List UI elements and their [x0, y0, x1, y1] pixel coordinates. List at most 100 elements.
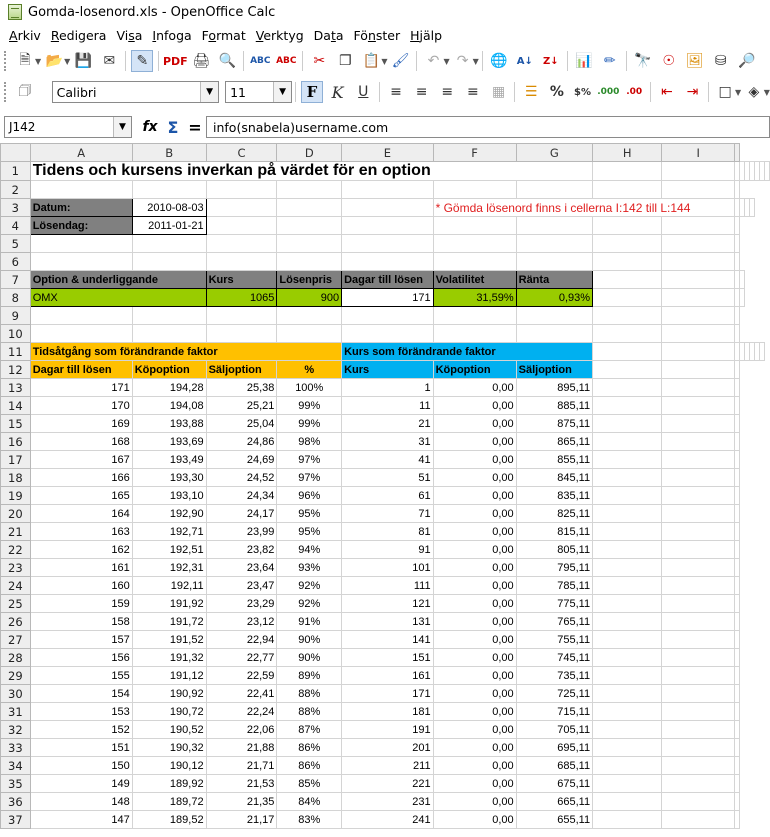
table-cell[interactable]: 0,00 [432, 774, 517, 793]
cell[interactable] [734, 450, 740, 469]
cell[interactable] [592, 450, 663, 469]
table-cell[interactable]: 83% [276, 810, 343, 829]
table-cell[interactable]: 0,00 [432, 810, 517, 829]
cell[interactable] [592, 702, 663, 721]
cell[interactable] [734, 252, 740, 271]
cell[interactable] [661, 756, 735, 775]
table-cell[interactable]: 156 [29, 648, 133, 667]
table-cell[interactable]: 169 [29, 414, 133, 433]
cell[interactable] [131, 306, 207, 325]
table-cell[interactable]: 21,17 [205, 810, 278, 829]
table-cell[interactable]: 189,72 [131, 792, 207, 811]
table-cell[interactable]: 166 [29, 468, 133, 487]
table-cell[interactable]: 22,41 [205, 684, 278, 703]
cell[interactable] [661, 702, 735, 721]
cell[interactable] [661, 504, 735, 523]
find-replace-icon[interactable]: 🔭 [632, 50, 654, 72]
cell[interactable] [734, 522, 740, 541]
table-cell[interactable]: 855,11 [515, 450, 594, 469]
cell[interactable] [515, 180, 594, 199]
menu-item-1[interactable]: Arkiv [4, 28, 46, 43]
table-cell[interactable]: 151 [29, 738, 133, 757]
cell[interactable] [341, 180, 434, 199]
format-paintbrush-icon[interactable]: 🖌 [389, 50, 411, 72]
table-cell[interactable]: 194,28 [131, 378, 207, 397]
table-cell[interactable]: 171 [29, 378, 133, 397]
cell[interactable] [734, 810, 740, 829]
cell[interactable] [734, 774, 740, 793]
cell[interactable] [592, 432, 663, 451]
datum-value[interactable]: 2010-08-03 [131, 198, 207, 217]
table-cell[interactable]: 191 [341, 720, 434, 739]
background-color-icon[interactable]: ◈ [743, 81, 765, 103]
chevron-down-icon[interactable]: ▼ [200, 82, 219, 102]
table-cell[interactable]: 0,00 [432, 522, 517, 541]
cell[interactable] [661, 522, 735, 541]
row-header[interactable]: 30 [0, 684, 31, 703]
price-factor-header[interactable]: Kurs som förändrande faktor [341, 342, 594, 361]
cell[interactable] [592, 306, 663, 325]
align-center-icon[interactable]: ≡ [411, 81, 433, 103]
redo-icon[interactable]: ↷ [452, 50, 474, 72]
table-cell[interactable]: 835,11 [515, 486, 594, 505]
cell[interactable] [759, 342, 765, 361]
cell[interactable] [515, 252, 594, 271]
table-cell[interactable]: 675,11 [515, 774, 594, 793]
toolbar-grip[interactable] [4, 82, 8, 102]
cell[interactable] [661, 720, 735, 739]
table-cell[interactable]: 22,94 [205, 630, 278, 649]
autospellcheck-icon[interactable]: ABC [275, 50, 297, 72]
table-cell[interactable]: 0,00 [432, 738, 517, 757]
edit-mode-icon[interactable]: ✎ [131, 50, 154, 72]
header-kurs[interactable]: Kurs [205, 270, 278, 289]
table-cell[interactable]: 98% [276, 432, 343, 451]
table-cell[interactable]: 0,00 [432, 720, 517, 739]
cell[interactable] [661, 738, 735, 757]
table-cell[interactable]: 0,00 [432, 630, 517, 649]
cell-table[interactable]: A B C D E F G H I 1 Tidens och kursens inverkan på… [0, 143, 770, 829]
table-cell[interactable]: 86% [276, 756, 343, 775]
cell[interactable] [131, 180, 207, 199]
print-icon[interactable]: 🖨 [190, 50, 212, 72]
cell[interactable] [341, 198, 434, 217]
table-cell[interactable]: 193,69 [131, 432, 207, 451]
table-cell[interactable]: 190,12 [131, 756, 207, 775]
cell[interactable] [592, 396, 663, 415]
cell[interactable] [734, 234, 740, 253]
table-cell[interactable]: 170 [29, 396, 133, 415]
cell[interactable] [432, 252, 517, 271]
cell[interactable] [734, 612, 740, 631]
table-cell[interactable]: 755,11 [515, 630, 594, 649]
table-cell[interactable]: 23,29 [205, 594, 278, 613]
cell[interactable] [734, 594, 740, 613]
table-cell[interactable]: 24,52 [205, 468, 278, 487]
table-cell[interactable]: 194,08 [131, 396, 207, 415]
cell[interactable] [592, 486, 663, 505]
cell[interactable] [592, 522, 663, 541]
cell[interactable] [341, 216, 434, 235]
cell[interactable] [661, 161, 735, 181]
cell[interactable] [592, 216, 663, 235]
cell[interactable] [661, 792, 735, 811]
menu-item-2[interactable]: Redigera [46, 28, 112, 43]
row-header[interactable]: 7 [0, 270, 31, 289]
align-right-icon[interactable]: ≡ [436, 81, 458, 103]
copy-icon[interactable]: ❐ [334, 50, 356, 72]
justify-icon[interactable]: ≡ [462, 81, 484, 103]
cell[interactable] [661, 450, 735, 469]
cell[interactable] [592, 612, 663, 631]
cell[interactable] [276, 234, 343, 253]
row-header[interactable]: 34 [0, 756, 31, 775]
cell[interactable] [592, 342, 663, 361]
column-header-A[interactable]: A [29, 143, 133, 162]
table-cell[interactable]: 95% [276, 504, 343, 523]
table-cell[interactable]: 189,52 [131, 810, 207, 829]
table-cell[interactable]: 0,00 [432, 378, 517, 397]
table-cell[interactable]: 0,00 [432, 468, 517, 487]
row-header[interactable]: 20 [0, 504, 31, 523]
paste-icon[interactable]: 📋 [360, 50, 382, 72]
cell[interactable] [205, 180, 278, 199]
table-cell[interactable]: 84% [276, 792, 343, 811]
kurs-value[interactable]: 1065 [205, 288, 278, 307]
cell[interactable] [432, 216, 517, 235]
